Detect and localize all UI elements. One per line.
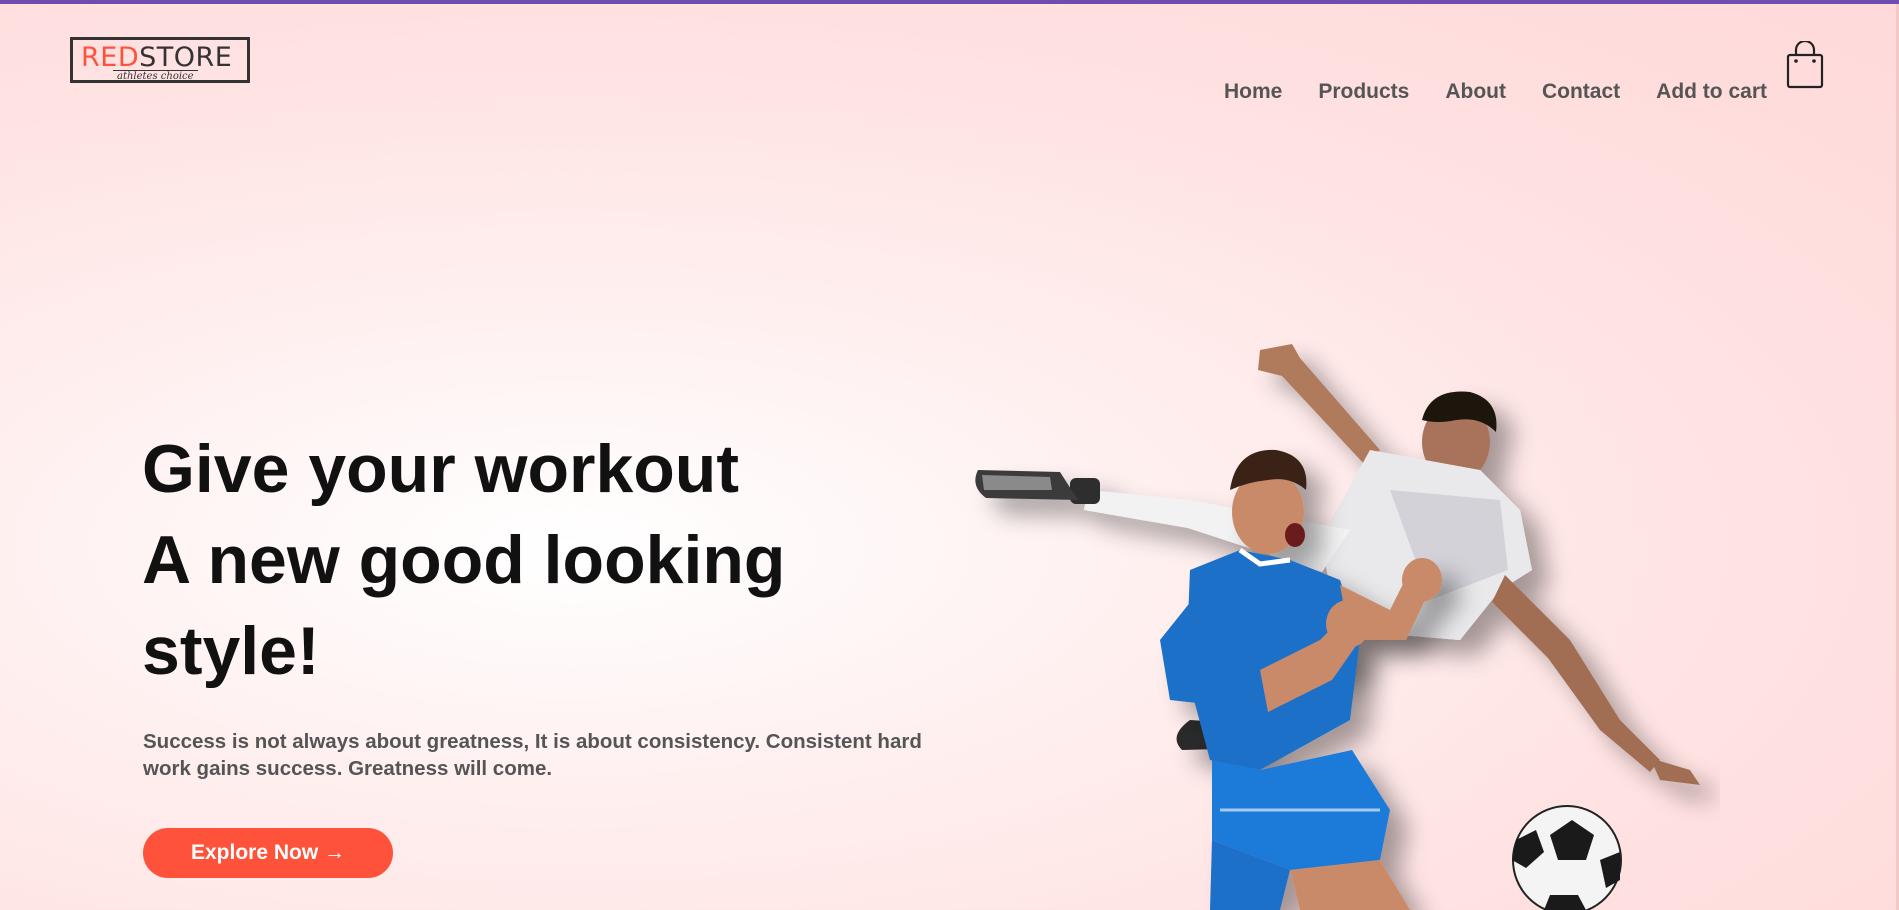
top-accent-bar <box>0 0 1899 4</box>
explore-now-button[interactable]: Explore Now → <box>143 828 393 878</box>
nav-contact[interactable]: Contact <box>1542 80 1620 104</box>
nav-about[interactable]: About <box>1445 80 1506 104</box>
hero-description: Success is not always about greatness, I… <box>143 730 922 780</box>
hero-title-line-1: Give your workout <box>142 431 739 507</box>
hero-title-line-3: style! <box>142 613 320 689</box>
logo-tagline: athletes choice <box>113 70 198 82</box>
main-nav: Home Products About Contact Add to cart <box>1224 80 1767 104</box>
logo-word-dark: STORE <box>139 42 233 73</box>
soccer-ball <box>1512 805 1622 910</box>
logo[interactable]: REDSTORE athletes choice <box>70 37 250 83</box>
hero-title: Give your workout A new good looking sty… <box>142 424 962 697</box>
hero-title-line-2: A new good looking <box>142 522 786 598</box>
shopping-bag-icon[interactable] <box>1785 39 1825 89</box>
nav-products[interactable]: Products <box>1318 80 1409 104</box>
nav-add-to-cart[interactable]: Add to cart <box>1656 80 1767 104</box>
nav-home[interactable]: Home <box>1224 80 1282 104</box>
logo-word-red: RED <box>81 42 140 73</box>
hero-image-soccer-players <box>960 340 1720 910</box>
